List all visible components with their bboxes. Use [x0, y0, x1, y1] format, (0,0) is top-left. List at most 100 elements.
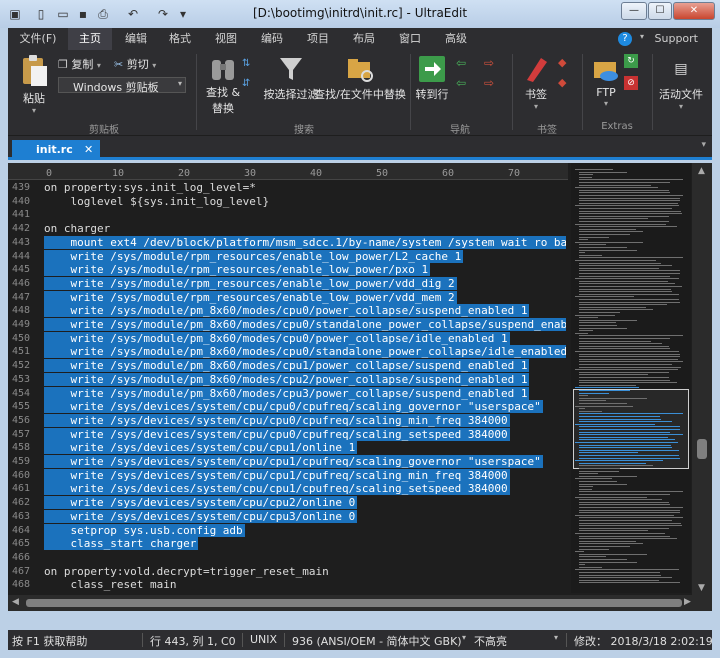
menu-advanced[interactable]: 高级 — [436, 28, 476, 50]
code-line[interactable]: write /sys/devices/system/cpu/cpu0/cpufr… — [44, 427, 510, 442]
paste-button[interactable]: 粘贴 ▾ — [14, 54, 54, 115]
cut-button[interactable]: ✂ 剪切 ▾ — [114, 56, 156, 72]
tab-init-rc[interactable]: init.rc ✕ — [12, 140, 100, 160]
status-highlight[interactable]: 不高亮 — [474, 633, 507, 649]
horizontal-scrollbar[interactable]: ◀ ▶ — [8, 595, 712, 611]
tab-close-icon[interactable]: ✕ — [84, 143, 93, 156]
close-button[interactable]: ✕ — [673, 2, 715, 20]
code-line[interactable]: write /sys/module/pm_8x60/modes/cpu3/pow… — [44, 386, 530, 401]
code-line[interactable]: on property:vold.decrypt=trigger_reset_m… — [44, 565, 331, 579]
minimap-line — [579, 356, 681, 358]
scroll-down-icon[interactable]: ▼ — [698, 583, 705, 593]
copy-button[interactable]: ❐ 复制 ▾ — [58, 56, 101, 72]
vertical-scrollbar[interactable]: ▲ ▼ — [692, 163, 712, 595]
nav-forward-icon[interactable]: ⇨ — [484, 56, 494, 70]
help-dropdown-icon[interactable]: ▾ — [640, 32, 644, 41]
bookmark-button[interactable]: 书签 ▾ — [516, 54, 556, 111]
code-line[interactable]: write /sys/module/rpm_resources/enable_l… — [44, 263, 431, 277]
code-line[interactable]: write /sys/devices/system/cpu/cpu1/cpufr… — [44, 455, 543, 469]
code-line[interactable]: on charger — [44, 222, 112, 236]
code-line[interactable] — [44, 551, 46, 565]
help-icon[interactable]: ? — [618, 32, 632, 46]
vertical-scroll-thumb[interactable] — [697, 439, 707, 459]
code-line[interactable]: write /sys/module/pm_8x60/modes/cpu0/pow… — [44, 304, 530, 318]
minimize-button[interactable]: — — [621, 2, 647, 20]
extras-red-icon[interactable]: ⊘ — [624, 76, 638, 90]
line-number: 463 — [12, 510, 31, 522]
code-line[interactable]: write /sys/devices/system/cpu/cpu1/onlin… — [44, 441, 358, 455]
active-file-button[interactable]: ▤ 活动文件 ▾ — [652, 54, 710, 111]
nav-prev-icon[interactable]: ⇦ — [456, 76, 466, 90]
menu-project[interactable]: 项目 — [298, 28, 338, 50]
menu-edit[interactable]: 编辑 — [116, 28, 156, 50]
encoding-dropdown-icon[interactable]: ▾ — [462, 633, 466, 642]
code-area[interactable]: on property:sys.init_log_level=* logleve… — [44, 181, 566, 603]
line-number: 447 — [12, 291, 31, 303]
minimap-line — [579, 247, 628, 248]
code-line[interactable]: write /sys/module/pm_8x60/modes/cpu2/pow… — [44, 372, 530, 387]
code-line[interactable]: write /sys/devices/system/cpu/cpu3/onlin… — [44, 509, 358, 524]
code-line[interactable]: write /sys/module/rpm_resources/enable_l… — [44, 276, 457, 291]
code-line[interactable]: on property:sys.init_log_level=* — [44, 181, 258, 195]
tab-list-dropdown-icon[interactable]: ▾ — [701, 140, 706, 150]
code-line[interactable]: write /sys/devices/system/cpu/cpu0/cpufr… — [44, 400, 543, 414]
windows-clipboard-select[interactable]: Windows 剪贴板 ▾ — [58, 77, 186, 94]
scroll-right-icon[interactable]: ▶ — [684, 597, 691, 607]
menu-layout[interactable]: 布局 — [344, 28, 384, 50]
minimap-line — [579, 301, 680, 303]
menu-encoding[interactable]: 编码 — [252, 28, 292, 50]
menu-home[interactable]: 主页 — [68, 28, 112, 50]
menu-file[interactable]: 文件(F) — [12, 28, 64, 50]
ftp-button[interactable]: FTP ▾ — [586, 54, 626, 108]
extras-green-icon[interactable]: ↻ — [624, 54, 638, 68]
support-menu[interactable]: Support — [655, 28, 698, 50]
bookmark-next-icon[interactable]: ◆ — [558, 56, 566, 69]
status-encoding[interactable]: 936 (ANSI/OEM - 简体中文 GBK) — [292, 633, 462, 649]
code-line[interactable]: write /sys/module/pm_8x60/modes/cpu0/sta… — [44, 345, 566, 359]
find-next-icon[interactable]: ⇅ — [242, 58, 250, 69]
line-number: 458 — [12, 442, 31, 454]
minimap-line — [575, 278, 679, 280]
code-line-text: write /sys/module/rpm_resources/enable_l… — [44, 249, 464, 263]
minimap[interactable] — [571, 163, 691, 593]
bookmark-prev-icon[interactable]: ◆ — [558, 76, 566, 89]
code-line[interactable]: write /sys/devices/system/cpu/cpu0/cpufr… — [44, 413, 510, 428]
horizontal-scroll-thumb[interactable] — [26, 599, 682, 607]
menu-window[interactable]: 窗口 — [390, 28, 430, 50]
code-line[interactable] — [44, 208, 46, 222]
maximize-button[interactable]: ☐ — [648, 2, 672, 20]
find-prev-icon[interactable]: ⇵ — [242, 78, 250, 89]
menu-view[interactable]: 视图 — [206, 28, 246, 50]
nav-back-icon[interactable]: ⇦ — [456, 56, 466, 70]
highlight-dropdown-icon[interactable]: ▾ — [554, 633, 558, 642]
status-position[interactable]: 行 443, 列 1, C0 — [150, 633, 236, 649]
minimap-line — [579, 283, 675, 285]
menu-format[interactable]: 格式 — [160, 28, 200, 50]
code-line[interactable]: write /sys/module/rpm_resources/enable_l… — [44, 249, 464, 264]
code-line[interactable]: mount ext4 /dev/block/platform/msm_sdcc.… — [44, 235, 566, 250]
code-line[interactable]: write /sys/module/pm_8x60/modes/cpu0/sta… — [44, 318, 566, 332]
code-line[interactable]: loglevel ${sys.init_log_level} — [44, 195, 271, 209]
code-line[interactable]: write /sys/module/pm_8x60/modes/cpu0/pow… — [44, 331, 510, 346]
minimap-line — [579, 195, 683, 196]
code-line[interactable]: write /sys/module/rpm_resources/enable_l… — [44, 290, 457, 305]
find-replace-button[interactable]: 查找 & 替换 — [200, 54, 246, 116]
scroll-left-icon[interactable]: ◀ — [12, 597, 19, 607]
scroll-up-icon[interactable]: ▲ — [698, 166, 705, 176]
code-line[interactable]: setprop sys.usb.config adb — [44, 523, 245, 538]
code-line[interactable]: class_reset main — [44, 578, 178, 592]
code-line[interactable]: write /sys/module/pm_8x60/modes/cpu1/pow… — [44, 359, 530, 373]
minimap-line — [579, 267, 660, 269]
minimap-line — [579, 319, 637, 321]
goto-line-button[interactable]: 转到行 — [412, 54, 452, 102]
code-line[interactable]: write /sys/devices/system/cpu/cpu1/cpufr… — [44, 482, 510, 496]
find-in-files-button[interactable]: 查找/在文件中替换 — [312, 54, 408, 102]
minimap-line — [579, 564, 585, 566]
minimap-line — [579, 384, 637, 386]
nav-next-icon[interactable]: ⇨ — [484, 76, 494, 90]
code-line[interactable]: class_start charger — [44, 537, 199, 551]
code-line[interactable]: write /sys/devices/system/cpu/cpu2/onlin… — [44, 496, 358, 510]
code-line[interactable]: write /sys/devices/system/cpu/cpu1/cpufr… — [44, 468, 510, 483]
status-line-ending[interactable]: UNIX — [250, 633, 277, 646]
minimap-line — [579, 291, 672, 293]
